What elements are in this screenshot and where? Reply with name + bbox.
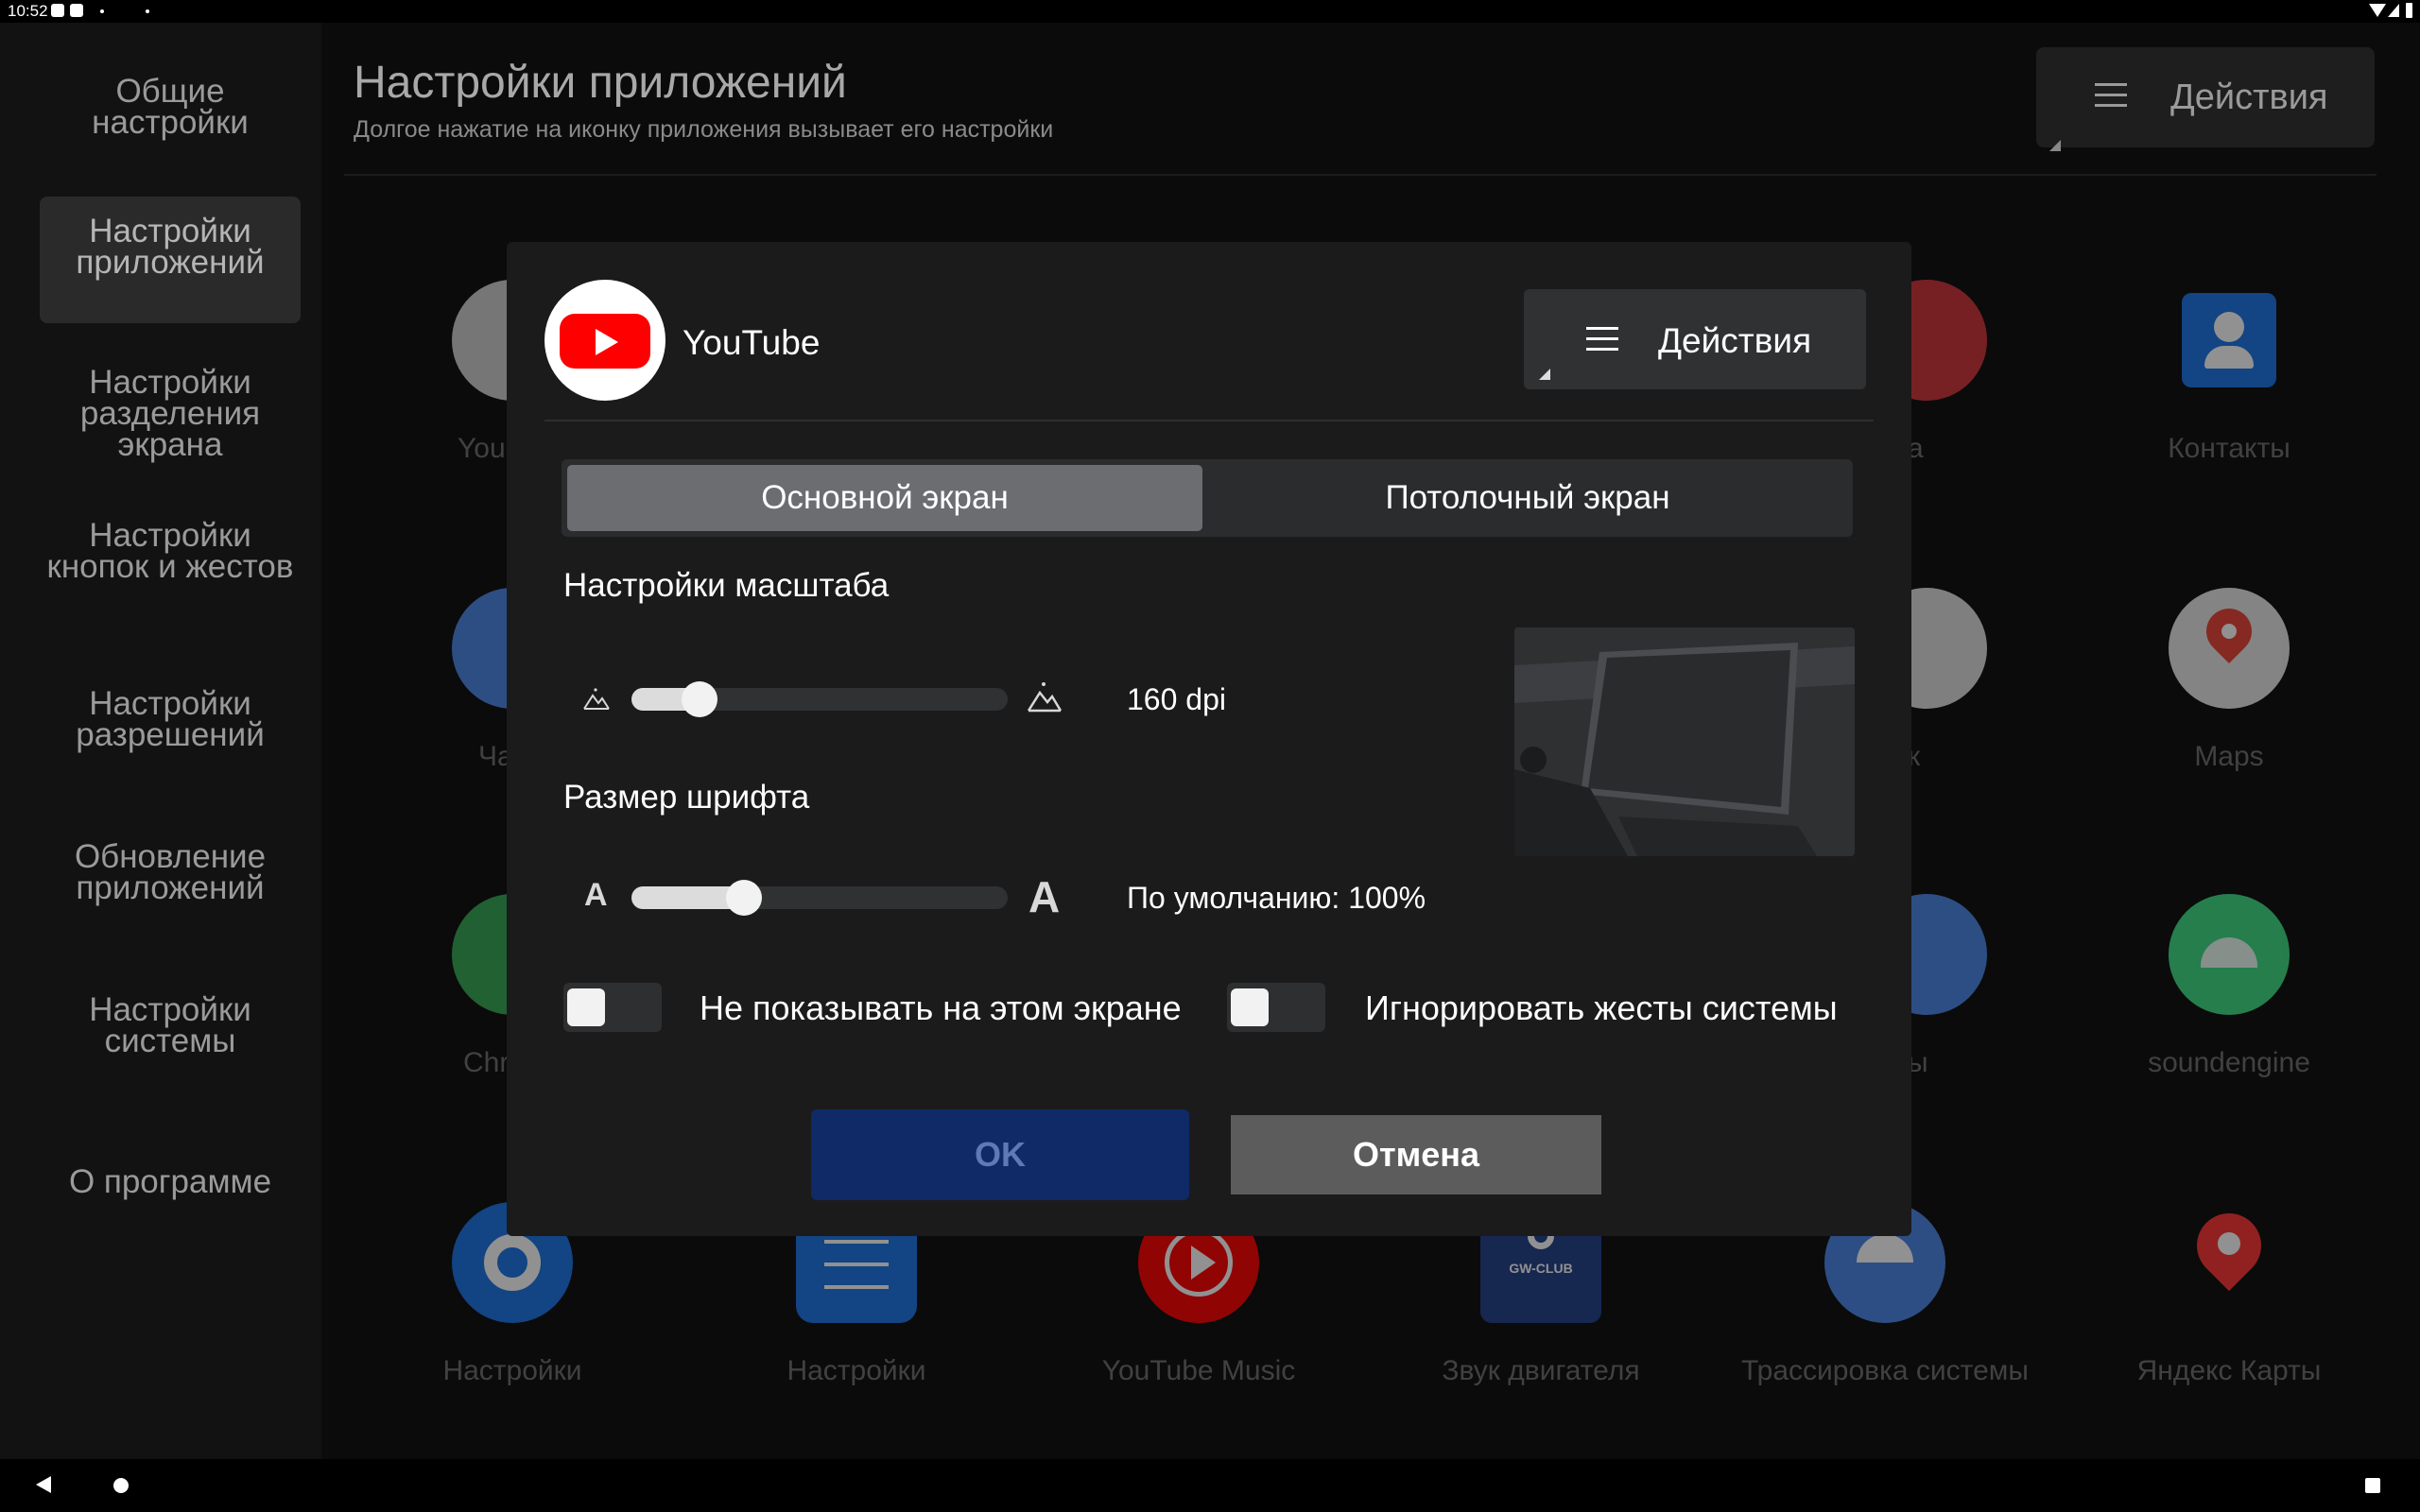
car-screen-preview-image [1514,627,1855,856]
app-avatar [544,280,666,401]
sidebar-item-label: Настройки приложений [76,213,265,281]
font-size-slider[interactable] [631,880,1008,916]
app-tile[interactable]: Яндекс Карты [2087,1199,2371,1387]
toggle-thumb [567,988,605,1026]
actions-label: Действия [1658,321,1812,360]
ignore-gestures-label: Игнорировать жесты системы [1365,988,1838,1027]
maps-icon [2169,588,2290,709]
dialog-divider [544,420,1874,421]
wifi-icon [2369,4,2386,17]
home-icon[interactable] [113,1478,129,1493]
header-divider [344,174,2377,176]
notification-dot-icon [146,9,149,13]
hide-on-screen-label: Не показывать на этом экране [700,988,1182,1027]
font-large-icon: A [1028,872,1061,921]
status-bar: 10:52 [0,0,2420,23]
clock: 10:52 [8,2,48,20]
sidebar-item-permissions[interactable]: Настройки разрешений [40,687,301,754]
menu-icon [1586,327,1618,352]
ok-button[interactable]: OK [811,1109,1189,1200]
screen-tabs: Основной экран Потолочный экран [562,459,1853,537]
corner-indicator-icon [2049,140,2061,151]
app-tile[interactable]: soundengine [2087,894,2371,1079]
scale-section-title: Настройки масштаба [563,567,890,604]
sidebar-item-buttons-gestures[interactable]: Настройки кнопок и жестов [40,519,301,614]
sidebar-item-general[interactable]: Общие настройки [40,75,301,142]
youtube-icon [560,314,650,369]
tab-ceiling-screen[interactable]: Потолочный экран [1208,465,1847,531]
scale-value: 160 dpi [1127,682,1226,716]
actions-label: Действия [2170,77,2328,117]
font-slider-thumb[interactable] [726,880,763,916]
ignore-gestures-toggle[interactable] [1227,983,1325,1032]
toggle-thumb [1231,988,1269,1026]
app-settings-dialog: YouTube Действия Основной экран Потолочн… [507,242,1911,1236]
scale-small-icon [583,688,610,710]
battery-icon [2406,3,2412,18]
actions-button[interactable]: Действия [2036,47,2375,151]
sidebar-item-app-update[interactable]: Обновление приложений [40,840,301,907]
recents-icon[interactable] [2365,1478,2380,1493]
app-tile[interactable]: Контакты [2087,280,2371,465]
gw-club-label: GW-CLUB [1509,1261,1573,1276]
signal-icon [2388,4,2399,17]
scale-slider-thumb[interactable] [681,681,717,717]
sidebar-item-system[interactable]: Настройки системы [40,993,301,1060]
sidebar-item-about[interactable]: О программе [40,1165,301,1204]
dialog-app-name: YouTube [683,323,821,362]
cancel-button[interactable]: Отмена [1231,1115,1601,1194]
navigation-bar [0,1459,2420,1512]
app-window: Общие настройки Настройки приложений Нас… [0,23,2420,1459]
page-subtitle: Долгое нажатие на иконку приложения вызы… [354,116,1054,143]
scale-slider[interactable] [631,681,1008,717]
sidebar: Общие настройки Настройки приложений Нас… [0,23,321,1459]
menu-icon [2095,83,2127,108]
notification-dot-icon [100,9,104,13]
sidebar-item-split-screen[interactable]: Настройки разделения экрана [40,366,301,461]
font-small-icon: A [584,877,608,913]
scale-large-icon [1027,682,1063,713]
sidebar-item-app-settings[interactable]: Настройки приложений [40,197,301,323]
notification-icon [70,4,83,17]
app-tile[interactable]: Maps [2087,588,2371,773]
page-title: Настройки приложений [354,58,847,108]
corner-indicator-icon [1539,369,1550,380]
back-icon[interactable] [36,1476,51,1493]
font-section-title: Размер шрифта [563,779,810,816]
dialog-actions-button[interactable]: Действия [1524,289,1866,389]
yandex-maps-icon [2169,1199,2290,1323]
font-size-value: По умолчанию: 100% [1127,881,1426,915]
contacts-icon [2169,280,2290,401]
tab-main-screen[interactable]: Основной экран [567,465,1202,531]
notification-icon [51,4,64,17]
android-icon [2169,894,2290,1015]
hide-on-screen-toggle[interactable] [563,983,662,1032]
